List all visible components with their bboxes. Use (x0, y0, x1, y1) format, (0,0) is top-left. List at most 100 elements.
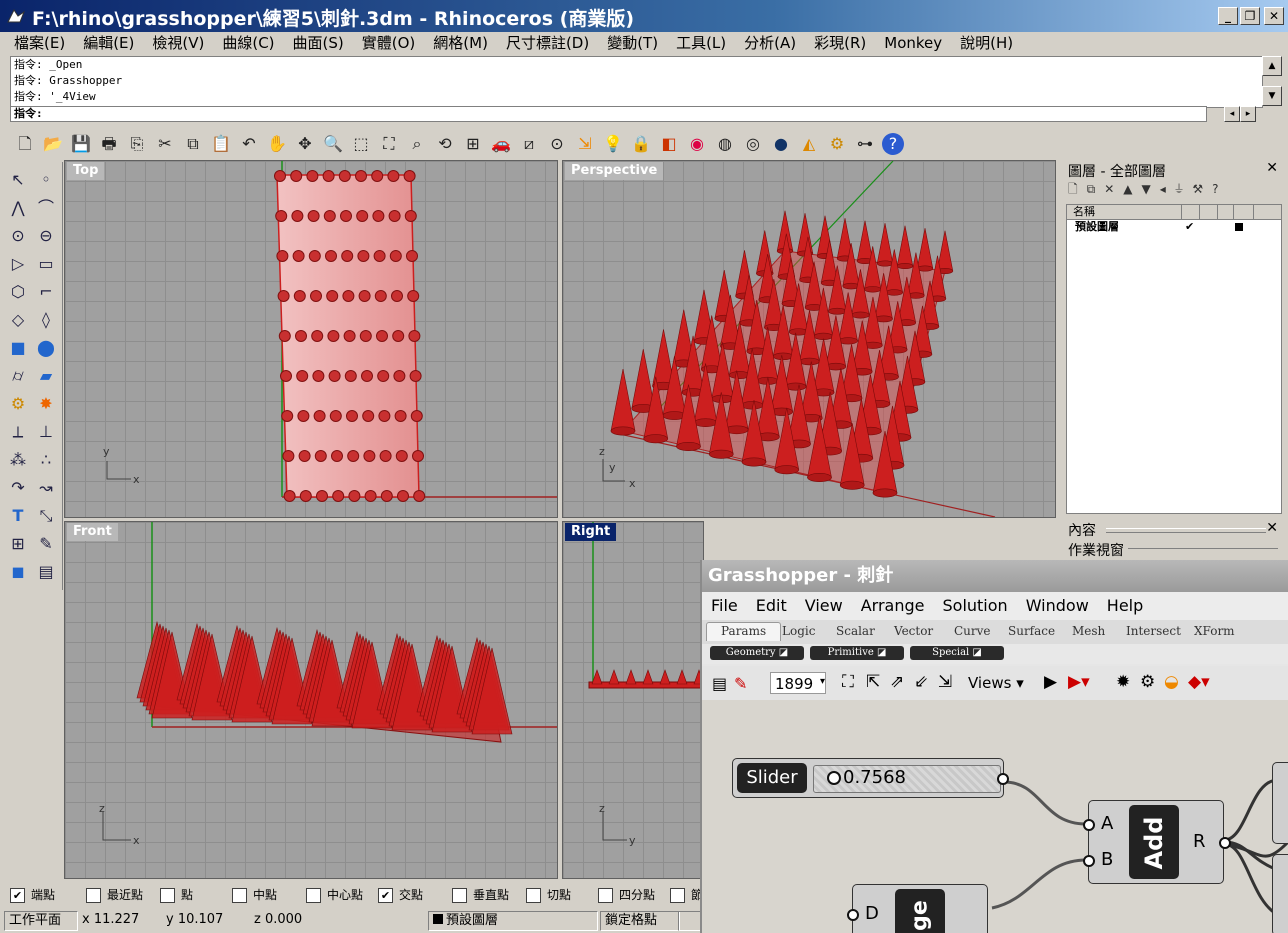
preview-icon[interactable]: ▶▾ (1068, 672, 1090, 692)
menu-edit[interactable]: 編輯(E) (74, 32, 143, 54)
menu-transform[interactable]: 變動(T) (598, 32, 667, 54)
offset-icon[interactable]: ↷ (6, 476, 30, 500)
add-component[interactable]: A B Add R (1083, 800, 1231, 884)
osnap-tan[interactable]: 切點 (526, 886, 571, 903)
zoom-se-icon[interactable]: ⇲ (938, 672, 952, 692)
menu-help[interactable]: 說明(H) (951, 32, 1022, 54)
osnap-knot[interactable]: 節 (670, 886, 700, 903)
polyline-icon[interactable]: ⋀ (6, 196, 30, 220)
tab-vector[interactable]: Vector (894, 624, 933, 638)
menu-analyze[interactable]: 分析(A) (735, 32, 805, 54)
loft-icon[interactable]: ◊ (34, 308, 58, 332)
new-sublayer-icon[interactable]: ⧉ (1087, 182, 1105, 196)
menu-view[interactable]: 檢視(V) (143, 32, 213, 54)
osnap-perp[interactable]: 垂直點 (452, 886, 509, 903)
osnap-checkbox[interactable] (452, 888, 467, 903)
ellipse-icon[interactable]: ⊖ (34, 224, 58, 248)
paste-icon[interactable]: 📋 (210, 133, 232, 155)
zoom-extents-icon[interactable]: ⛶ (842, 672, 854, 692)
menu-render[interactable]: 彩現(R) (805, 32, 875, 54)
dimension-icon[interactable]: ⤡ (34, 504, 58, 528)
move-left-icon[interactable]: ◂ (1160, 182, 1175, 196)
box-icon[interactable]: ■ (6, 336, 30, 360)
tree-icon[interactable]: ⊶ (854, 133, 876, 155)
ruler-icon[interactable]: ▤ (34, 560, 58, 584)
views-dropdown[interactable]: Views ▾ (968, 674, 1024, 692)
filter-icon[interactable]: ⏚ (1175, 182, 1193, 196)
zoom-input[interactable]: 1899 (770, 672, 826, 694)
polygon-icon[interactable]: ⬡ (6, 280, 30, 304)
input-port[interactable] (1083, 819, 1095, 831)
zoom-ne-icon[interactable]: ⇗ (890, 672, 904, 692)
chevron-down-icon[interactable]: ▾ (820, 676, 825, 687)
camera-icon[interactable]: ⊙ (546, 133, 568, 155)
properties-icon[interactable]: ⎘ (126, 133, 148, 155)
cplane-status[interactable]: 工作平面 (4, 911, 78, 931)
gh-menu-edit[interactable]: Edit (747, 592, 796, 620)
print-icon[interactable]: 🖶 (98, 133, 120, 155)
help-icon[interactable]: ? (1212, 182, 1227, 196)
input-d[interactable]: D (865, 903, 879, 924)
osnap-checkbox[interactable] (232, 888, 247, 903)
subpanel-special[interactable]: Special ◪ (910, 646, 1004, 660)
circle-icon[interactable]: ⊙ (6, 224, 30, 248)
pan-hand-icon[interactable]: ✋ (266, 133, 288, 155)
open-file-icon[interactable]: 📂 (42, 133, 64, 155)
menu-solid[interactable]: 實體(O) (353, 32, 425, 54)
osnap-near[interactable]: 最近點 (86, 886, 143, 903)
viewport-label-top[interactable]: Top (67, 162, 105, 180)
copy-icon[interactable]: ⧉ (182, 133, 204, 155)
explode-icon[interactable]: ✸ (34, 392, 58, 416)
tab-params[interactable]: Params (706, 622, 782, 641)
close-button[interactable]: ✕ (1264, 7, 1284, 25)
tab-xform[interactable]: XForm (1194, 624, 1235, 638)
restore-button[interactable]: ❐ (1240, 7, 1260, 25)
move-down-icon[interactable]: ▼ (1142, 182, 1160, 196)
osnap-checkbox[interactable]: ✔ (10, 888, 25, 903)
rectangle-icon[interactable]: ▭ (34, 252, 58, 276)
layers-icon[interactable]: ◧ (658, 133, 680, 155)
osnap-checkbox[interactable] (670, 888, 685, 903)
viewport-right[interactable]: zy Right (562, 521, 704, 879)
curve-icon[interactable]: ⌒ (34, 196, 58, 220)
gh-menu-help[interactable]: Help (1098, 592, 1152, 620)
document-icon[interactable]: ▤ (712, 674, 727, 693)
gh-menu-file[interactable]: File (702, 592, 747, 620)
tab-mesh[interactable]: Mesh (1072, 624, 1105, 638)
viewport-label-front[interactable]: Front (67, 523, 118, 541)
minimize-button[interactable]: _ (1218, 7, 1238, 25)
menu-curve[interactable]: 曲線(C) (213, 32, 283, 54)
viewport-top[interactable]: yx Top (64, 160, 558, 518)
tab-intersect[interactable]: Intersect (1126, 624, 1181, 638)
osnap-checkbox[interactable] (160, 888, 175, 903)
menu-dimension[interactable]: 尺寸標註(D) (497, 32, 598, 54)
partial-component[interactable] (1272, 854, 1288, 933)
scroll-up-button[interactable]: ▲ (1262, 56, 1282, 76)
zoom-window-icon[interactable]: ⬚ (350, 133, 372, 155)
osnap-checkbox[interactable] (598, 888, 613, 903)
menu-tools[interactable]: 工具(L) (667, 32, 735, 54)
osnap-quad[interactable]: 四分點 (598, 886, 655, 903)
egg-icon[interactable]: ◒ (1164, 672, 1179, 692)
mesh-icon[interactable]: ▰ (34, 364, 58, 388)
layer-color-swatch[interactable] (1235, 223, 1243, 231)
osnap-point[interactable]: 點 (160, 886, 193, 903)
play-icon[interactable]: ▶ (1044, 672, 1057, 692)
slider-grip[interactable] (827, 771, 841, 785)
select-icon[interactable]: ⇲ (574, 133, 596, 155)
fillet-icon[interactable]: ⌐ (34, 280, 58, 304)
menu-mesh[interactable]: 網格(M) (424, 32, 497, 54)
zoom-extents-icon[interactable]: ⛶ (378, 133, 400, 155)
trim-icon[interactable]: ⟂ (6, 420, 30, 444)
scroll-right-button[interactable]: ▸ (1240, 106, 1256, 122)
grasshopper-title-bar[interactable]: Grasshopper - 刺針 (702, 560, 1288, 592)
help-icon[interactable]: ? (882, 133, 904, 155)
zoom-sw-icon[interactable]: ⇙ (914, 672, 928, 692)
solid-box-icon[interactable]: ◼ (6, 560, 30, 584)
render-sphere-icon[interactable]: ● (770, 133, 792, 155)
zoom-icon[interactable]: 🔍 (322, 133, 344, 155)
undo-icon[interactable]: ↶ (238, 133, 260, 155)
input-port[interactable] (847, 909, 859, 921)
arc-icon[interactable]: ▷ (6, 252, 30, 276)
close-icon[interactable]: ✕ (1266, 520, 1278, 536)
